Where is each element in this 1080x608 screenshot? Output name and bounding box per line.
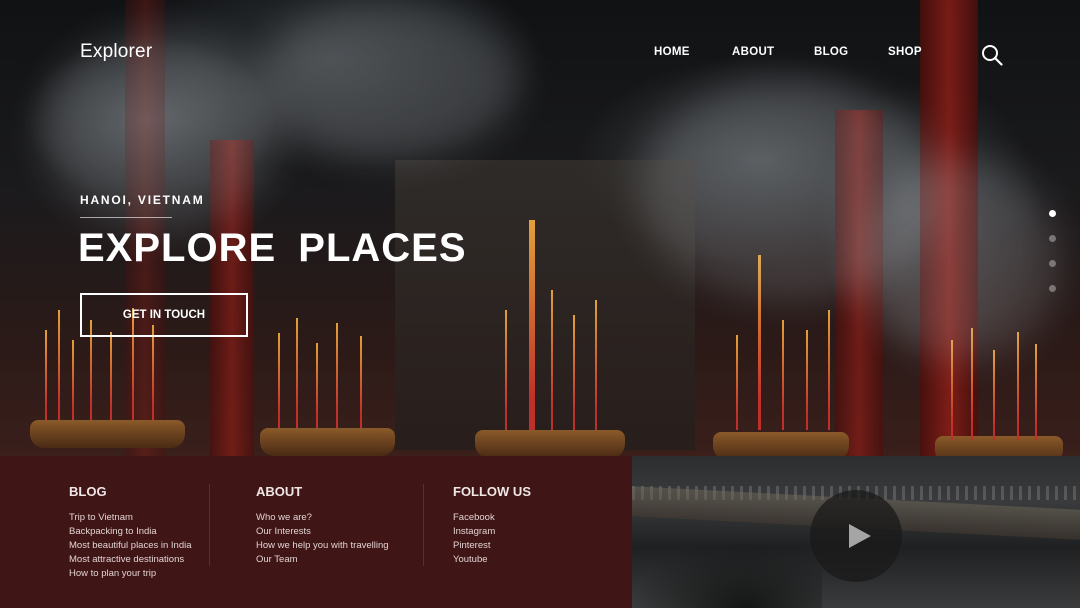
main-nav: HOME ABOUT BLOG SHOP	[654, 46, 922, 58]
footer-divider	[209, 484, 210, 566]
footer-link[interactable]: Most attractive destinations	[69, 553, 192, 567]
footer-column-about: ABOUT Who we are? Our Interests How we h…	[256, 484, 389, 567]
trees	[632, 538, 822, 608]
slide-dot-4[interactable]	[1049, 285, 1056, 292]
smoke	[860, 160, 1060, 360]
video-thumbnail[interactable]	[632, 456, 1080, 608]
nav-blog[interactable]: BLOG	[814, 46, 888, 58]
footer-column-title: BLOG	[69, 484, 107, 499]
footer-link[interactable]: Our Interests	[256, 525, 389, 539]
play-icon	[849, 524, 871, 548]
hero-headline: EXPLORE PLACES	[78, 226, 467, 270]
incense-sticks	[270, 308, 380, 428]
footer-link-facebook[interactable]: Facebook	[453, 511, 531, 525]
nav-shop[interactable]: SHOP	[888, 46, 922, 58]
smoke	[260, 0, 520, 160]
incense-urn	[260, 428, 395, 456]
footer-link-instagram[interactable]: Instagram	[453, 525, 531, 539]
footer-column-follow-us: FOLLOW US Facebook Instagram Pinterest Y…	[453, 484, 531, 567]
slide-dot-3[interactable]	[1049, 260, 1056, 267]
play-button[interactable]	[810, 490, 902, 582]
slide-indicators	[1049, 210, 1056, 310]
slide-dot-1[interactable]	[1049, 210, 1056, 217]
footer-link[interactable]: How to plan your trip	[69, 567, 192, 581]
site-logo[interactable]: Explorer	[80, 41, 152, 63]
footer-link[interactable]: Who we are?	[256, 511, 389, 525]
search-icon[interactable]	[981, 44, 1003, 66]
footer-column-blog: BLOG Trip to Vietnam Backpacking to Indi…	[69, 484, 192, 581]
incense-urn	[713, 432, 849, 456]
nav-home[interactable]: HOME	[654, 46, 732, 58]
footer-link[interactable]: Our Team	[256, 553, 389, 567]
incense-urn	[475, 430, 625, 456]
footer: BLOG Trip to Vietnam Backpacking to Indi…	[0, 456, 632, 608]
hero-location: HANOI, VIETNAM	[80, 193, 205, 207]
incense-sticks	[495, 200, 615, 430]
footer-link-pinterest[interactable]: Pinterest	[453, 539, 531, 553]
footer-divider	[423, 484, 424, 566]
get-in-touch-button[interactable]: GET IN TOUCH	[80, 293, 248, 337]
divider	[80, 217, 172, 218]
footer-link-youtube[interactable]: Youtube	[453, 553, 531, 567]
footer-link[interactable]: Trip to Vietnam	[69, 511, 192, 525]
footer-column-title: FOLLOW US	[453, 484, 531, 499]
footer-link[interactable]: How we help you with travelling	[256, 539, 389, 553]
slide-dot-2[interactable]	[1049, 235, 1056, 242]
footer-link[interactable]: Backpacking to India	[69, 525, 192, 539]
footer-link[interactable]: Most beautiful places in India	[69, 539, 192, 553]
footer-column-title: ABOUT	[256, 484, 303, 499]
nav-about[interactable]: ABOUT	[732, 46, 814, 58]
incense-urn	[30, 420, 185, 448]
